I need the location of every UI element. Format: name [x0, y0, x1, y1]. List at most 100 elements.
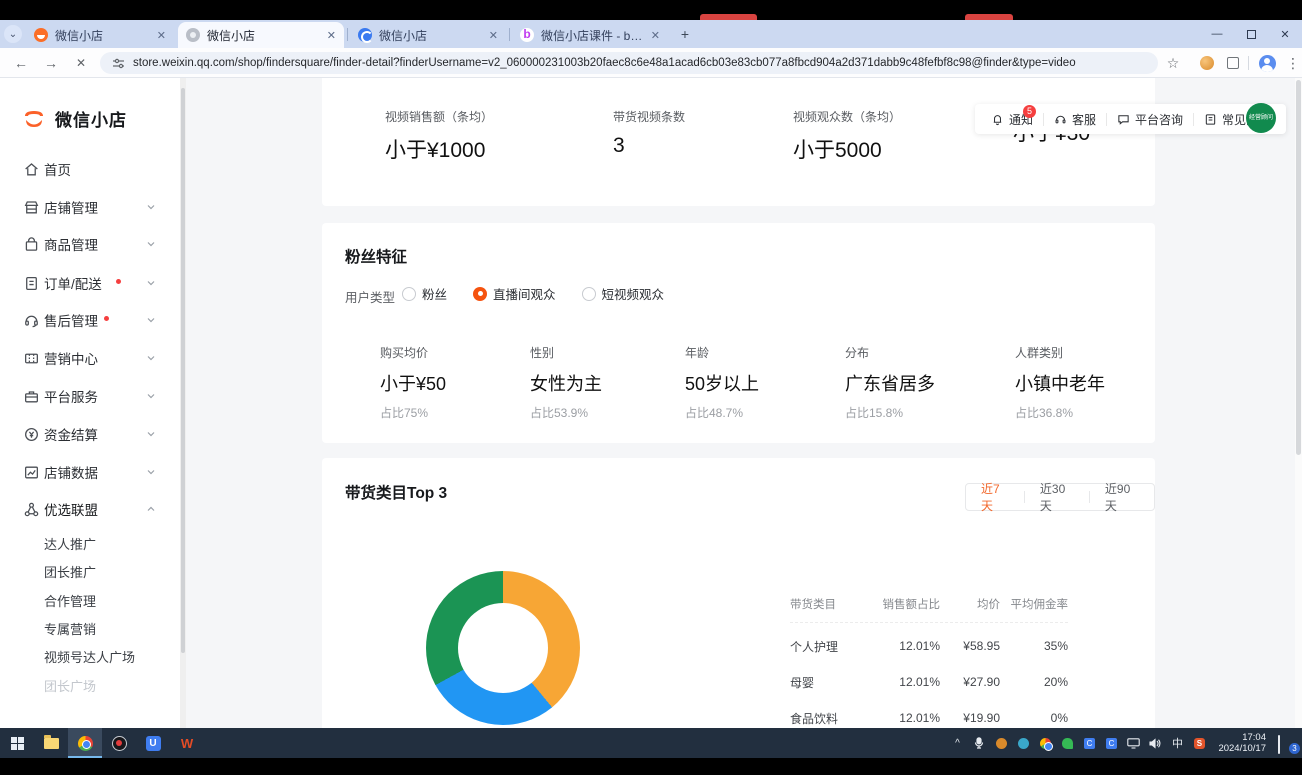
toolbar-divider: [1248, 56, 1249, 70]
url-text: store.weixin.qq.com/shop/findersquare/fi…: [133, 57, 1076, 69]
page-scrollbar[interactable]: [1295, 78, 1302, 728]
stat-sub: 占比75%: [380, 404, 446, 421]
back-button[interactable]: ←: [10, 52, 32, 74]
customer-service-button[interactable]: 客服: [1044, 111, 1106, 128]
new-tab-button[interactable]: +: [676, 25, 694, 43]
profile-button[interactable]: [1256, 52, 1278, 74]
chrome-icon: [78, 736, 93, 751]
forward-button[interactable]: →: [40, 52, 62, 74]
category-table: 带货类目 销售额占比 均价 平均佣金率 个人护理 12.01% ¥58.95 3…: [790, 596, 1068, 731]
radio-fans[interactable]: 粉丝: [402, 284, 447, 303]
tray-app-c2-icon[interactable]: C: [1104, 736, 1118, 750]
range-90d[interactable]: 近90天: [1090, 484, 1154, 510]
sidebar-item-platform-services[interactable]: 平台服务: [0, 383, 180, 409]
sidebar-subitem-creator-plaza[interactable]: 视频号达人广场: [0, 644, 180, 668]
scrollbar-thumb[interactable]: [181, 88, 185, 653]
sidebar-item-aftersales[interactable]: 售后管理: [0, 307, 180, 333]
sidebar-subitem-leader-promo[interactable]: 团长推广: [0, 559, 180, 583]
sidebar-scrollbar[interactable]: [180, 78, 186, 728]
tray-app-teal-icon[interactable]: [1016, 736, 1030, 750]
stat-value: 女性为主: [530, 370, 602, 396]
sidebar-item-alliance[interactable]: 优选联盟: [0, 496, 180, 522]
cell-share: 12.01%: [868, 675, 940, 689]
stat-label: 购买均价: [380, 344, 446, 361]
radio-live-viewers[interactable]: 直播间观众: [473, 284, 556, 303]
microphone-icon[interactable]: [972, 736, 986, 750]
tab-close-icon[interactable]: ✕: [327, 29, 336, 42]
advisor-badge[interactable]: 经营顾问: [1246, 103, 1276, 133]
taskbar-clock[interactable]: 17:04 2024/10/17: [1214, 732, 1270, 754]
shop-favicon: [34, 28, 48, 42]
range-7d[interactable]: 近7天: [966, 484, 1024, 510]
range-30d[interactable]: 近30天: [1025, 484, 1089, 510]
browser-menu-button[interactable]: ⋮: [1282, 52, 1302, 74]
tab-title: 微信小店: [379, 27, 427, 44]
table-row: 个人护理 12.01% ¥58.95 35%: [790, 633, 1068, 659]
cell-price: ¥19.90: [940, 711, 1000, 725]
chevron-down-icon: [146, 353, 156, 363]
volume-icon[interactable]: [1148, 736, 1162, 750]
bookmark-star-button[interactable]: ☆: [1162, 52, 1184, 74]
chrome-taskbar-button[interactable]: [68, 728, 102, 758]
chevron-up-icon: [146, 504, 156, 514]
site-settings-icon[interactable]: [112, 57, 125, 70]
sidebar-item-shop-data[interactable]: 店铺数据: [0, 459, 180, 485]
tray-app-c1-icon[interactable]: C: [1082, 736, 1096, 750]
address-bar[interactable]: store.weixin.qq.com/shop/findersquare/fi…: [100, 52, 1158, 74]
sidebar-subitem-exclusive-marketing[interactable]: 专属营销: [0, 616, 180, 640]
blue-favicon: [358, 28, 372, 42]
ime-indicator[interactable]: 中: [1170, 736, 1184, 750]
radio-short-video-viewers[interactable]: 短视频观众: [582, 284, 665, 303]
scrollbar-thumb[interactable]: [1296, 80, 1301, 455]
sogou-icon[interactable]: S: [1192, 736, 1206, 750]
sidebar-item-settlement[interactable]: 资金结算: [0, 421, 180, 447]
stop-button[interactable]: ✕: [70, 52, 92, 74]
tab-close-icon[interactable]: ✕: [489, 29, 498, 42]
col-header: 带货类目: [790, 596, 868, 612]
tab-close-icon[interactable]: ✕: [651, 29, 660, 42]
screen: ⌄ 微信小店 ✕ 微信小店 ✕ 微信小店 ✕ 微信小店课件 - boardmix…: [0, 0, 1302, 775]
action-center-button[interactable]: 3: [1278, 736, 1296, 750]
category-card-title: 带货类目Top 3: [345, 481, 447, 503]
sidebar-subitem-creator-promo[interactable]: 达人推广: [0, 531, 180, 555]
extension-button[interactable]: [1196, 52, 1218, 74]
sidebar-subitem-label: 合作管理: [44, 591, 96, 610]
wechat-tray-icon[interactable]: [1060, 736, 1074, 750]
file-explorer-button[interactable]: [34, 728, 68, 758]
sidebar-item-orders-delivery[interactable]: 订单/配送: [0, 270, 180, 296]
u-app-button[interactable]: U: [136, 728, 170, 758]
browser-tab-2-active[interactable]: 微信小店 ✕: [178, 22, 344, 48]
sidebar-item-product-management[interactable]: 商品管理: [0, 231, 180, 257]
window-close-button[interactable]: ✕: [1268, 20, 1302, 48]
chevron-down-icon: ⌄: [9, 29, 17, 40]
wps-button[interactable]: W: [170, 728, 204, 758]
tab-search-button[interactable]: ⌄: [4, 25, 22, 43]
browser-tab-4[interactable]: 微信小店课件 - boardmix ✕: [512, 22, 668, 48]
notifications-button[interactable]: 通知 5: [981, 111, 1043, 128]
table-header-row: 带货类目 销售额占比 均价 平均佣金率: [790, 596, 1068, 623]
display-icon[interactable]: [1126, 736, 1140, 750]
sidebar-subitem-cooperation[interactable]: 合作管理: [0, 588, 180, 612]
service-label: 客服: [1072, 111, 1096, 128]
browser-tab-3[interactable]: 微信小店 ✕: [350, 22, 506, 48]
tab-close-icon[interactable]: ✕: [157, 29, 166, 42]
boardmix-favicon: [520, 28, 534, 42]
sidebar-subitem-leader-plaza[interactable]: 团长广场: [0, 673, 180, 697]
tray-expand-button[interactable]: ^: [950, 736, 964, 750]
platform-consult-button[interactable]: 平台咨询: [1107, 111, 1193, 128]
tray-app-orange-icon[interactable]: [994, 736, 1008, 750]
chevron-down-icon: [146, 467, 156, 477]
sidebar-item-shop-management[interactable]: 店铺管理: [0, 194, 180, 220]
sidebar-item-home[interactable]: 首页: [0, 156, 180, 182]
recorder-button[interactable]: [102, 728, 136, 758]
window-maximize-button[interactable]: [1234, 20, 1268, 48]
sidebar-item-marketing-center[interactable]: 营销中心: [0, 345, 180, 371]
chevron-down-icon: [146, 278, 156, 288]
chrome-tray-icon[interactable]: [1038, 736, 1052, 750]
side-panel-button[interactable]: [1222, 52, 1244, 74]
cell-category: 母婴: [790, 674, 868, 691]
start-button[interactable]: [0, 728, 34, 758]
browser-tab-1[interactable]: 微信小店 ✕: [26, 22, 174, 48]
star-icon: ☆: [1167, 55, 1180, 72]
window-minimize-button[interactable]: —: [1200, 20, 1234, 48]
